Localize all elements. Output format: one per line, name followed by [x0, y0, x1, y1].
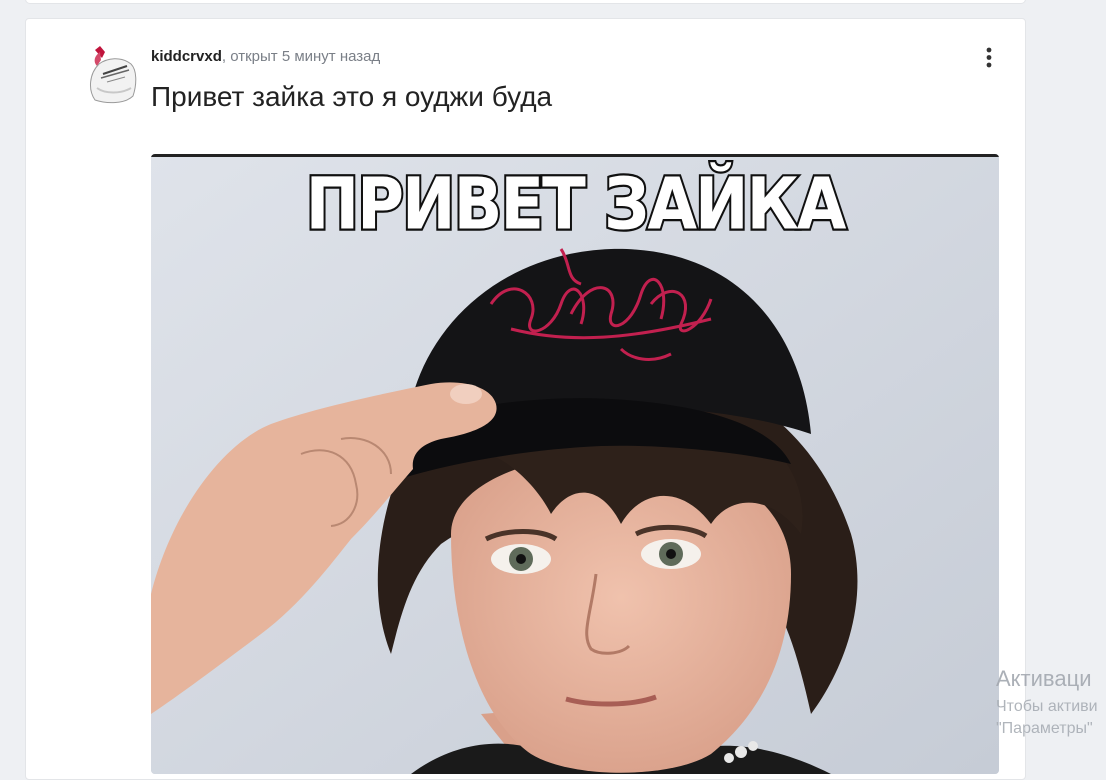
meme-illustration [151, 154, 999, 774]
username-link[interactable]: kiddcrvxd [151, 48, 222, 65]
post-meta: kiddcrvxd, открыт 5 минут назад [151, 48, 380, 65]
more-options-button[interactable] [978, 45, 1000, 71]
post-title: Привет зайка это я оуджи буда [151, 81, 553, 112]
previous-post-card [25, 0, 1026, 4]
post-image[interactable]: ПРИВЕТ ЗАЙКА [151, 154, 999, 774]
post-time: , открыт 5 минут назад [221, 48, 381, 65]
watermark-line-1: Чтобы активи [996, 698, 1098, 715]
watermark-title: Активаци [996, 666, 1092, 691]
watermark-line-2: "Параметры" [996, 720, 1093, 737]
more-vertical-icon [986, 47, 992, 68]
windows-activation-watermark: Активаци Чтобы активи "Параметры" [996, 666, 1098, 738]
avatar-image [90, 46, 137, 104]
post-card: kiddcrvxd, открыт 5 минут назад Привет з… [25, 18, 1026, 780]
meme-caption: ПРИВЕТ ЗАЙКА [304, 161, 849, 248]
avatar[interactable] [85, 44, 139, 108]
